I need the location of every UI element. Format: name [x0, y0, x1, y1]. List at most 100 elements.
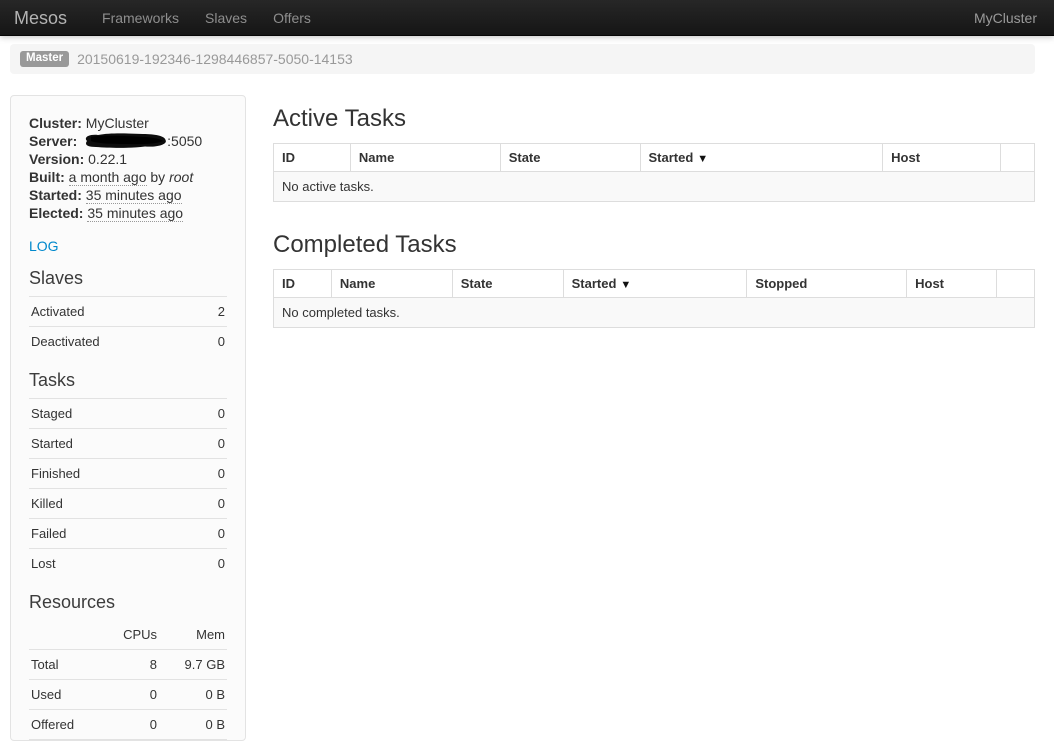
table-row: Used 0 0 B — [29, 680, 227, 710]
slaves-deactivated-label: Deactivated — [29, 327, 200, 357]
active-column-host[interactable]: Host — [883, 144, 1001, 172]
navbar: Mesos Frameworks Slaves Offers MyCluster — [0, 0, 1054, 36]
active-column-state[interactable]: State — [500, 144, 640, 172]
cluster-value: MyCluster — [86, 115, 149, 131]
navbar-menu: Frameworks Slaves Offers — [81, 0, 324, 36]
tasks-killed-value: 0 — [192, 489, 227, 519]
completed-tasks-empty-message: No completed tasks. — [274, 298, 1035, 328]
version-label: Version: — [29, 151, 84, 167]
log-link[interactable]: LOG — [29, 238, 59, 254]
slaves-section-title: Slaves — [29, 267, 227, 289]
slaves-deactivated-value: 0 — [200, 327, 227, 357]
built-by: by — [150, 169, 165, 185]
empty-row: No active tasks. — [274, 172, 1035, 202]
master-id: 20150619-192346-1298446857-5050-14153 — [77, 51, 353, 67]
table-row: Killed 0 — [29, 489, 227, 519]
table-row: Deactivated 0 — [29, 327, 227, 357]
built-time: a month ago — [69, 169, 147, 186]
resources-mem-header: Mem — [159, 620, 227, 650]
sort-desc-icon: ▼ — [697, 153, 708, 165]
empty-row: No completed tasks. — [274, 298, 1035, 328]
started-label: Started: — [29, 187, 82, 203]
slaves-table: Activated 2 Deactivated 0 — [29, 296, 227, 356]
completed-tasks-title: Completed Tasks — [273, 231, 1035, 259]
tasks-staged-value: 0 — [192, 399, 227, 429]
resources-idle-cpus: 8 — [101, 740, 159, 742]
active-column-name[interactable]: Name — [350, 144, 500, 172]
table-row: Lost 0 — [29, 549, 227, 579]
resources-total-mem: 9.7 GB — [159, 650, 227, 680]
brand-link[interactable]: Mesos — [0, 0, 81, 36]
completed-column-host[interactable]: Host — [907, 270, 997, 298]
tasks-finished-value: 0 — [192, 459, 227, 489]
tasks-lost-label: Lost — [29, 549, 192, 579]
resources-used-cpus: 0 — [101, 680, 159, 710]
active-column-started[interactable]: Started▼ — [640, 144, 883, 172]
tasks-stats-table: Staged 0 Started 0 Finished 0 Killed 0 — [29, 398, 227, 578]
active-tasks-table: ID Name State Started▼ Host No active ta… — [273, 143, 1035, 202]
table-header-row: ID Name State Started▼ Stopped Host — [274, 270, 1035, 298]
resources-section-title: Resources — [29, 591, 227, 613]
nav-item-frameworks[interactable]: Frameworks — [89, 0, 192, 36]
nav-item-slaves[interactable]: Slaves — [192, 0, 260, 36]
slaves-activated-value: 2 — [200, 297, 227, 327]
resources-used-mem: 0 B — [159, 680, 227, 710]
table-row: Total 8 9.7 GB — [29, 650, 227, 680]
resources-table: CPUs Mem Total 8 9.7 GB Used 0 0 B — [29, 620, 227, 741]
main-content: Active Tasks ID Name State Started▼ Host — [273, 95, 1035, 328]
elected-label: Elected: — [29, 205, 83, 221]
cluster-info-row: Cluster: MyCluster — [29, 114, 227, 132]
resources-idle-mem: 9.7 GB — [159, 740, 227, 742]
completed-column-started-label: Started — [572, 276, 617, 291]
server-label: Server: — [29, 133, 77, 149]
started-time: 35 minutes ago — [86, 187, 182, 204]
tasks-failed-value: 0 — [192, 519, 227, 549]
completed-column-actions — [997, 270, 1035, 298]
built-info-row: Built: a month ago by root — [29, 168, 227, 186]
tasks-finished-label: Finished — [29, 459, 192, 489]
server-info-row: Server: :5050 — [29, 132, 227, 150]
table-row: Failed 0 — [29, 519, 227, 549]
active-column-actions — [1001, 144, 1035, 172]
tasks-failed-label: Failed — [29, 519, 192, 549]
tasks-started-label: Started — [29, 429, 192, 459]
sidebar-panel: Cluster: MyCluster Server: :5050 Version… — [10, 95, 246, 741]
resources-offered-label: Offered — [29, 710, 101, 740]
navbar-cluster-name: MyCluster — [974, 10, 1054, 26]
active-tasks-empty-message: No active tasks. — [274, 172, 1035, 202]
built-user: root — [169, 169, 193, 185]
master-badge: Master — [20, 51, 69, 68]
tasks-started-value: 0 — [192, 429, 227, 459]
nav-item-offers[interactable]: Offers — [260, 0, 324, 36]
tasks-section-title: Tasks — [29, 369, 227, 391]
tasks-lost-value: 0 — [192, 549, 227, 579]
tasks-staged-label: Staged — [29, 399, 192, 429]
resources-total-label: Total — [29, 650, 101, 680]
completed-tasks-table: ID Name State Started▼ Stopped Host No c… — [273, 269, 1035, 328]
table-row: Offered 0 0 B — [29, 710, 227, 740]
active-column-started-label: Started — [649, 150, 694, 165]
version-value: 0.22.1 — [88, 151, 127, 167]
resources-blank-header — [29, 620, 101, 650]
server-address-redaction-mark — [81, 133, 167, 148]
completed-column-state[interactable]: State — [452, 270, 563, 298]
table-row: CPUs Mem — [29, 620, 227, 650]
version-info-row: Version: 0.22.1 — [29, 150, 227, 168]
started-info-row: Started: 35 minutes ago — [29, 186, 227, 204]
tasks-killed-label: Killed — [29, 489, 192, 519]
cluster-label: Cluster: — [29, 115, 82, 131]
resources-idle-label: Idle — [29, 740, 101, 742]
resources-offered-cpus: 0 — [101, 710, 159, 740]
resources-used-label: Used — [29, 680, 101, 710]
sort-desc-icon: ▼ — [620, 279, 631, 291]
completed-column-started[interactable]: Started▼ — [563, 270, 747, 298]
table-row: Staged 0 — [29, 399, 227, 429]
server-port: :5050 — [167, 133, 202, 149]
table-row: Started 0 — [29, 429, 227, 459]
completed-column-id[interactable]: ID — [274, 270, 332, 298]
active-column-id[interactable]: ID — [274, 144, 351, 172]
table-header-row: ID Name State Started▼ Host — [274, 144, 1035, 172]
completed-column-stopped[interactable]: Stopped — [747, 270, 907, 298]
resources-cpus-header: CPUs — [101, 620, 159, 650]
completed-column-name[interactable]: Name — [331, 270, 452, 298]
